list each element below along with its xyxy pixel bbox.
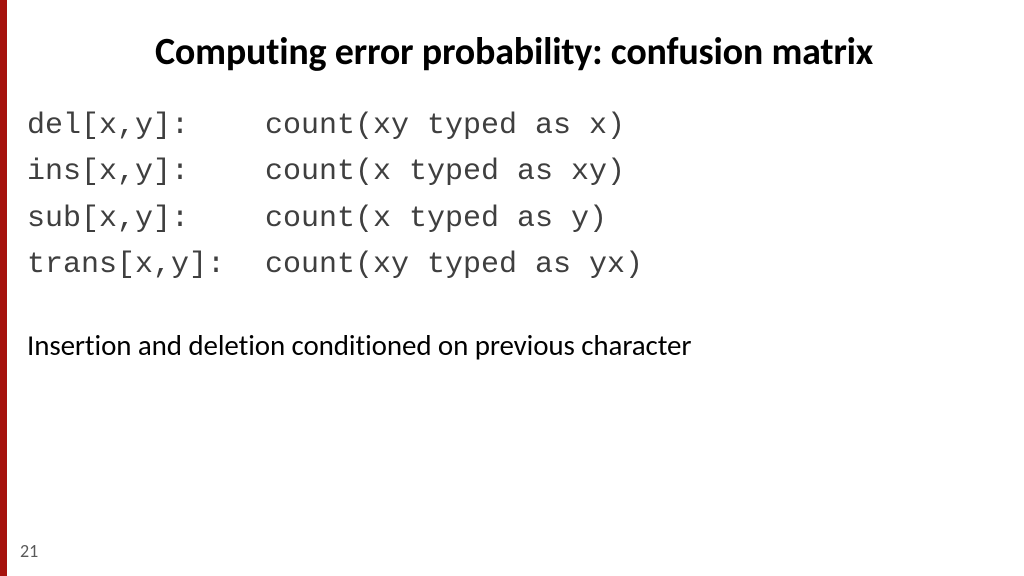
- definition-desc: count(x typed as xy): [265, 149, 625, 196]
- definition-label: del[x,y]:: [27, 103, 265, 150]
- accent-bar: [0, 0, 7, 576]
- definition-desc: count(x typed as y): [265, 196, 607, 243]
- footnote-text: Insertion and deletion conditioned on pr…: [27, 327, 994, 363]
- definition-row: sub[x,y]: count(x typed as y): [27, 196, 994, 243]
- definition-row: del[x,y]: count(xy typed as x): [27, 103, 994, 150]
- definitions-block: del[x,y]: count(xy typed as x) ins[x,y]:…: [27, 103, 994, 289]
- page-number: 21: [20, 540, 38, 562]
- slide-title: Computing error probability: confusion m…: [155, 30, 914, 75]
- definition-desc: count(xy typed as yx): [265, 242, 643, 289]
- definition-desc: count(xy typed as x): [265, 103, 625, 150]
- definition-row: trans[x,y]: count(xy typed as yx): [27, 242, 994, 289]
- slide-body: Computing error probability: confusion m…: [7, 0, 1024, 576]
- definition-label: trans[x,y]:: [27, 242, 265, 289]
- definition-label: sub[x,y]:: [27, 196, 265, 243]
- definition-row: ins[x,y]: count(x typed as xy): [27, 149, 994, 196]
- definition-label: ins[x,y]:: [27, 149, 265, 196]
